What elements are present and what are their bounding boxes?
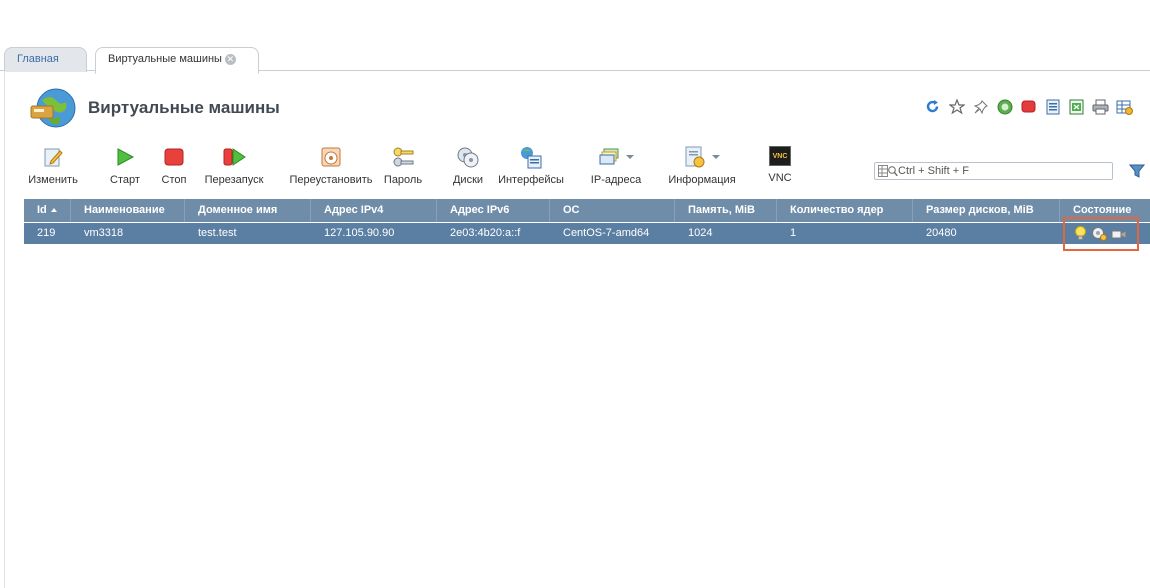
column-header-ipv6[interactable]: Адрес IPv6 bbox=[437, 199, 550, 222]
reinstall-icon bbox=[321, 147, 341, 167]
vnc-label: VNC bbox=[768, 172, 792, 184]
ip-addresses-button[interactable]: IP-адреса bbox=[586, 146, 646, 186]
tab-home-label: Главная bbox=[17, 53, 59, 65]
cell-name: vm3318 bbox=[84, 227, 124, 239]
virtual-machines-icon bbox=[30, 88, 76, 128]
key-icon bbox=[393, 147, 414, 167]
ip-addresses-icon bbox=[599, 148, 619, 165]
column-header-id[interactable]: Id bbox=[24, 199, 71, 222]
column-header-disk-size[interactable]: Размер дисков, MiB bbox=[913, 199, 1060, 222]
start-button[interactable]: Старт bbox=[108, 146, 142, 186]
filter-icon[interactable] bbox=[1128, 163, 1146, 179]
reinstall-button[interactable]: Переустановить bbox=[288, 146, 374, 186]
edit-icon bbox=[44, 148, 63, 167]
cell-ipv6: 2e03:4b20:a::f bbox=[450, 227, 521, 239]
search-placeholder: Ctrl + Shift + F bbox=[898, 165, 969, 177]
chevron-down-icon[interactable] bbox=[626, 155, 634, 159]
sort-ascending-icon bbox=[50, 208, 57, 213]
print-icon[interactable] bbox=[1092, 98, 1109, 115]
edit-button[interactable]: Изменить bbox=[28, 146, 78, 186]
restart-icon bbox=[223, 148, 246, 166]
stop-button[interactable]: Стоп bbox=[160, 146, 188, 186]
disks-button[interactable]: Диски bbox=[450, 146, 486, 186]
vnc-icon: VNC bbox=[769, 146, 791, 166]
restart-button[interactable]: Перезапуск bbox=[203, 146, 265, 186]
red-stop-icon[interactable] bbox=[1020, 98, 1037, 115]
state-icons bbox=[1074, 226, 1127, 241]
vnc-button[interactable]: VNC VNC bbox=[764, 146, 796, 184]
stop-icon bbox=[164, 148, 184, 166]
tab-vm-label: Виртуальные машины bbox=[108, 53, 222, 65]
page-title: Виртуальные машины bbox=[88, 98, 280, 117]
table-row[interactable]: 219 vm3318 test.test 127.105.90.90 2e03:… bbox=[24, 222, 1150, 244]
edit-label: Изменить bbox=[28, 174, 78, 186]
tab-home[interactable]: Главная bbox=[4, 47, 87, 72]
document-icon[interactable] bbox=[1044, 98, 1061, 115]
disks-label: Диски bbox=[452, 174, 484, 186]
interfaces-button[interactable]: Интерфейсы bbox=[497, 146, 565, 186]
password-label: Пароль bbox=[383, 174, 423, 186]
settings-gear-icon bbox=[1092, 227, 1107, 241]
disk-icon bbox=[457, 147, 479, 168]
refresh-icon[interactable] bbox=[924, 98, 941, 115]
column-header-name[interactable]: Наименование bbox=[71, 199, 185, 222]
star-icon[interactable] bbox=[948, 98, 965, 115]
lightbulb-icon bbox=[1075, 226, 1086, 240]
header-actions bbox=[924, 98, 1133, 116]
column-header-memory[interactable]: Память, MiB bbox=[675, 199, 777, 222]
vm-table: Id Наименование Доменное имя Адрес IPv4 … bbox=[24, 199, 1150, 244]
vnc-icon-text: VNC bbox=[772, 152, 788, 160]
interfaces-label: Интерфейсы bbox=[498, 174, 564, 186]
cell-id: 219 bbox=[37, 227, 56, 239]
restart-label: Перезапуск bbox=[204, 174, 264, 186]
info-icon bbox=[685, 146, 705, 168]
tab-virtual-machines[interactable]: Виртуальные машины ✕ bbox=[95, 47, 259, 74]
table-settings-icon[interactable] bbox=[1116, 98, 1133, 115]
cell-cores: 1 bbox=[790, 227, 797, 239]
search-icon bbox=[878, 165, 898, 177]
pin-icon[interactable] bbox=[972, 98, 989, 115]
search-input[interactable]: Ctrl + Shift + F bbox=[874, 162, 1113, 180]
cell-memory: 1024 bbox=[688, 227, 713, 239]
cell-os: CentOS-7-amd64 bbox=[563, 227, 650, 239]
video-camera-icon bbox=[1111, 230, 1127, 239]
close-icon[interactable]: ✕ bbox=[224, 53, 236, 65]
column-header-domain[interactable]: Доменное имя bbox=[185, 199, 311, 222]
column-header-os[interactable]: ОС bbox=[550, 199, 675, 222]
excel-icon[interactable] bbox=[1068, 98, 1085, 115]
column-header-ipv4[interactable]: Адрес IPv4 bbox=[311, 199, 437, 222]
table-header: Id Наименование Доменное имя Адрес IPv4 … bbox=[24, 199, 1150, 222]
cell-ipv4: 127.105.90.90 bbox=[324, 227, 395, 239]
cell-disk-size: 20480 bbox=[926, 227, 957, 239]
start-label: Старт bbox=[110, 174, 140, 186]
play-icon bbox=[117, 148, 135, 166]
network-interface-icon bbox=[521, 147, 542, 169]
tab-bar: Главная Виртуальные машины ✕ bbox=[0, 44, 1150, 74]
info-label: Информация bbox=[668, 174, 736, 186]
globe-status-icon[interactable] bbox=[996, 98, 1013, 115]
chevron-down-icon[interactable] bbox=[712, 155, 720, 159]
column-header-cores[interactable]: Количество ядер bbox=[777, 199, 913, 222]
cell-domain: test.test bbox=[198, 227, 237, 239]
reinstall-label: Переустановить bbox=[289, 174, 373, 186]
password-button[interactable]: Пароль bbox=[382, 146, 424, 186]
ip-addresses-label: IP-адреса bbox=[590, 174, 642, 186]
info-button[interactable]: Информация bbox=[666, 146, 738, 186]
stop-label: Стоп bbox=[161, 174, 187, 186]
